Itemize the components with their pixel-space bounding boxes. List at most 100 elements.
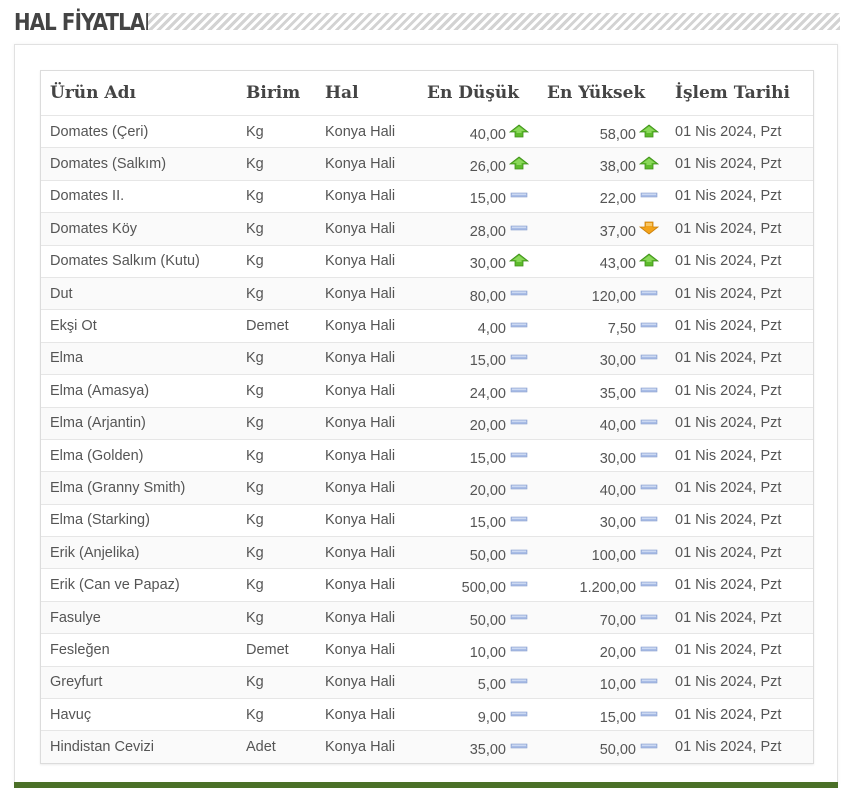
highest-price-value: 58,00 [599,126,636,143]
market-name: Konya Hali [325,382,396,399]
header-market: Hal [325,83,359,103]
product-name: Domates II. [50,188,125,205]
highest-price: 15,00 [547,699,659,730]
lowest-price-value: 20,00 [469,418,506,435]
highest-price-value: 1.200,00 [579,580,636,597]
market-name: Konya Hali [325,188,396,205]
lowest-price: 28,00 [427,213,529,244]
lowest-price: 10,00 [427,634,529,665]
market-name: Konya Hali [325,253,396,270]
highest-price-value: 100,00 [591,547,636,564]
no-change-icon [509,318,529,332]
trade-date: 01 Nis 2024, Pzt [675,350,782,367]
table-row: Erik (Anjelika) Kg Konya Hali 50,00 100,00 01… [41,536,813,569]
lowest-price-value: 50,00 [469,612,506,629]
trade-date: 01 Nis 2024, Pzt [675,512,782,529]
market-name: Konya Hali [325,706,396,723]
market-name: Konya Hali [325,512,396,529]
product-unit: Kg [246,123,264,140]
lowest-price-value: 10,00 [469,644,506,661]
highest-price: 70,00 [547,602,659,633]
product-name: Elma (Golden) [50,447,144,464]
market-name: Konya Hali [325,479,396,496]
highest-price: 1.200,00 [547,569,659,600]
product-name: Havuç [50,706,92,723]
lowest-price: 15,00 [427,440,529,471]
trade-date: 01 Nis 2024, Pzt [675,706,782,723]
product-name: Elma (Granny Smith) [50,479,186,496]
no-change-icon [639,188,659,202]
no-change-icon [509,707,529,721]
market-name: Konya Hali [325,318,396,335]
trade-date: 01 Nis 2024, Pzt [675,188,782,205]
lowest-price: 26,00 [427,148,529,179]
trade-date: 01 Nis 2024, Pzt [675,123,782,140]
highest-price-value: 37,00 [599,223,636,240]
no-change-icon [509,188,529,202]
no-change-icon [639,577,659,591]
lowest-price-value: 20,00 [469,482,506,499]
lowest-price: 15,00 [427,181,529,212]
product-unit: Kg [246,188,264,205]
header-date: İşlem Tarihi [675,83,790,103]
lowest-price: 20,00 [427,408,529,439]
product-unit: Kg [246,447,264,464]
product-name: Elma (Arjantin) [50,415,146,432]
highest-price-value: 22,00 [599,191,636,208]
product-unit: Kg [246,479,264,496]
no-change-icon [639,448,659,462]
table-row: Elma (Arjantin) Kg Konya Hali 20,00 40,00 01 … [41,406,813,439]
trade-date: 01 Nis 2024, Pzt [675,415,782,432]
lowest-price-value: 15,00 [469,353,506,370]
table-row: Elma (Granny Smith) Kg Konya Hali 20,00 40,0… [41,471,813,504]
trade-date: 01 Nis 2024, Pzt [675,220,782,237]
highest-price-value: 38,00 [599,159,636,176]
lowest-price-value: 28,00 [469,223,506,240]
highest-price: 37,00 [547,213,659,244]
trade-date: 01 Nis 2024, Pzt [675,382,782,399]
lowest-price: 80,00 [427,278,529,309]
product-name: Ekşi Ot [50,318,97,335]
highest-price-value: 43,00 [599,256,636,273]
table-row: Elma (Golden) Kg Konya Hali 15,00 30,00 01 Ni… [41,438,813,472]
highest-price-value: 15,00 [599,709,636,726]
no-change-icon [639,480,659,494]
market-name: Konya Hali [325,609,396,626]
product-unit: Kg [246,706,264,723]
lowest-price-value: 500,00 [461,580,506,597]
market-name: Konya Hali [325,285,396,302]
no-change-icon [509,286,529,300]
market-name: Konya Hali [325,544,396,561]
highest-price: 35,00 [547,375,659,406]
no-change-icon [639,383,659,397]
highest-price: 40,00 [547,408,659,439]
table-row: Fasulye Kg Konya Hali 50,00 70,00 01 Nis 2024… [41,600,813,634]
header-unit: Birim [246,83,301,103]
trade-date: 01 Nis 2024, Pzt [675,156,782,173]
table-row: Domates (Çeri) Kg Konya Hali 40,00 58,00 01 N… [41,115,813,148]
table-row: Fesleğen Demet Konya Hali 10,00 20,00 01 Nis … [41,633,813,666]
lowest-price-value: 35,00 [469,742,506,759]
trade-date: 01 Nis 2024, Pzt [675,285,782,302]
bottom-accent-bar [14,782,838,788]
product-name: Erik (Anjelika) [50,544,140,561]
market-name: Konya Hali [325,674,396,691]
product-name: Elma [50,350,84,367]
product-unit: Demet [246,318,289,335]
no-change-icon [639,512,659,526]
highest-price-value: 40,00 [599,418,636,435]
table-row: Hindistan Cevizi Adet Konya Hali 35,00 50,00… [41,730,813,763]
arrow-up-icon [639,124,659,138]
table-row: Elma (Amasya) Kg Konya Hali 24,00 35,00 01 Ni… [41,374,813,407]
product-name: Domates (Çeri) [50,123,149,140]
lowest-price-value: 4,00 [477,321,506,338]
trade-date: 01 Nis 2024, Pzt [675,609,782,626]
no-change-icon [639,674,659,688]
arrow-up-icon [509,124,529,138]
lowest-price-value: 5,00 [477,677,506,694]
product-unit: Demet [246,641,289,658]
lowest-price-value: 30,00 [469,256,506,273]
product-unit: Adet [246,739,276,756]
no-change-icon [509,383,529,397]
lowest-price-value: 40,00 [469,126,506,143]
